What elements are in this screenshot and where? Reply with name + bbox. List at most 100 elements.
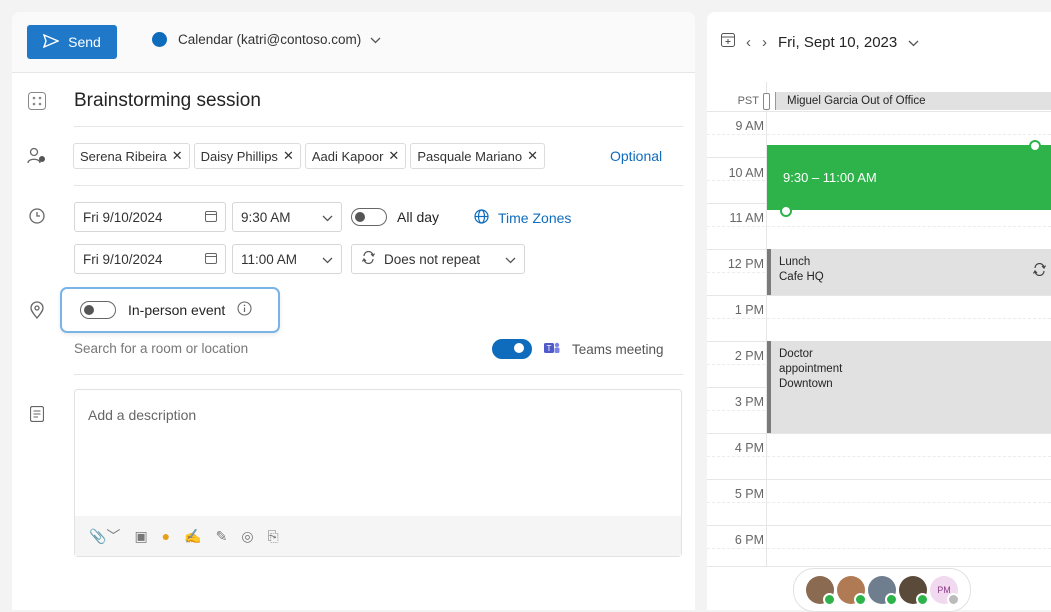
half-hour-line	[707, 548, 1051, 549]
hour-label: 9 AM	[735, 119, 765, 133]
avatar	[868, 576, 898, 606]
remove-icon[interactable]: ✕	[388, 148, 399, 164]
globe-icon	[474, 209, 489, 227]
calendar-label: Calendar (katri@contoso.com)	[178, 32, 362, 47]
repeat-dropdown[interactable]: Does not repeat	[351, 244, 525, 274]
all-day-event[interactable]: Miguel Garcia Out of Office	[775, 92, 1051, 110]
description-icon	[26, 403, 48, 425]
attendee-chip[interactable]: Daisy Phillips ✕	[193, 143, 301, 169]
loop-icon[interactable]: ◎	[241, 528, 253, 545]
half-hour-line	[707, 502, 1051, 503]
document-icon[interactable]: ⎘	[268, 528, 279, 545]
repeat-icon	[361, 250, 376, 267]
hour-label: 1 PM	[734, 303, 764, 317]
hour-label: 11 AM	[729, 211, 764, 225]
calendar-view-icon[interactable]	[721, 33, 735, 51]
avatar	[806, 576, 836, 606]
half-hour-line	[707, 134, 1051, 135]
send-label: Send	[68, 34, 101, 50]
attendee-avatars[interactable]: PM	[793, 568, 971, 612]
next-day-button[interactable]: ›	[762, 34, 767, 51]
current-event-block[interactable]: 9:30 – 11:00 AM	[767, 145, 1051, 210]
hour-label: 6 PM	[734, 533, 764, 547]
hour-label: 4 PM	[734, 441, 764, 455]
timezone-label: PST	[737, 95, 759, 107]
hour-label: 10 AM	[728, 166, 764, 180]
emoji-icon[interactable]: ●	[162, 528, 170, 544]
chevron-down-icon	[322, 210, 333, 225]
all-day-toggle[interactable]: All day	[351, 208, 439, 226]
event-type-icon[interactable]	[26, 90, 48, 112]
chevron-down-icon	[322, 252, 333, 267]
remove-icon[interactable]: ✕	[527, 148, 538, 164]
location-search-input[interactable]: Search for a room or location	[74, 341, 248, 356]
avatar	[837, 576, 867, 606]
day-timeline: PST Miguel Garcia Out of Office 9 AM 10 …	[707, 82, 1051, 567]
hour-line	[707, 566, 1051, 567]
calendar-color-dot	[152, 32, 167, 47]
all-day-switch[interactable]	[351, 208, 387, 226]
calendar-selector[interactable]: Calendar (katri@contoso.com)	[152, 32, 381, 47]
attendee-chip[interactable]: Serena Ribeira ✕	[73, 143, 190, 169]
chevron-down-icon[interactable]	[908, 34, 919, 51]
remove-icon[interactable]: ✕	[283, 148, 294, 164]
info-icon[interactable]	[237, 301, 252, 319]
calendar-header: ‹ › Fri, Sept 10, 2023	[707, 12, 1051, 72]
svg-text:T: T	[547, 344, 552, 353]
previous-day-button[interactable]: ‹	[746, 34, 751, 51]
resize-handle-bottom[interactable]	[780, 205, 792, 217]
end-date-picker[interactable]: Fri 9/10/2024	[74, 244, 226, 274]
teams-switch[interactable]	[492, 339, 532, 359]
in-person-switch[interactable]	[80, 301, 116, 319]
divider	[74, 126, 683, 127]
location-icon	[26, 299, 48, 321]
teams-meeting-toggle[interactable]: T Teams meeting	[492, 339, 664, 359]
divider	[74, 185, 683, 186]
divider	[74, 374, 683, 375]
start-time-picker[interactable]: 9:30 AM	[232, 202, 342, 232]
attendee-chip[interactable]: Aadi Kapoor ✕	[304, 143, 407, 169]
hour-label: 5 PM	[734, 487, 764, 501]
chevron-down-icon	[370, 32, 381, 47]
hour-label: 12 PM	[727, 257, 764, 271]
image-icon[interactable]: ▣	[134, 528, 147, 545]
date-label[interactable]: Fri, Sept 10, 2023	[778, 34, 897, 51]
lunch-event[interactable]: Lunch Cafe HQ	[767, 249, 1051, 295]
avatar: PM	[930, 576, 960, 606]
send-icon	[42, 33, 60, 51]
hour-line	[707, 295, 1051, 296]
hour-label: 2 PM	[734, 349, 764, 363]
teams-icon: T	[544, 341, 560, 358]
draw-icon[interactable]: ✎	[216, 528, 228, 545]
description-editor[interactable]: Add a description 📎﹀ ▣ ● ✍ ✎ ◎ ⎘	[74, 389, 682, 557]
hour-line	[707, 479, 1051, 480]
toolbar: Send Calendar (katri@contoso.com)	[12, 12, 695, 73]
day-calendar-panel: ‹ › Fri, Sept 10, 2023 PST Miguel Garcia…	[707, 12, 1051, 612]
remove-icon[interactable]: ✕	[172, 148, 183, 164]
in-person-event-toggle[interactable]: In-person event	[60, 287, 280, 333]
half-hour-line	[707, 318, 1051, 319]
start-date-picker[interactable]: Fri 9/10/2024	[74, 202, 226, 232]
chevron-down-icon	[505, 252, 516, 267]
event-form: Send Calendar (katri@contoso.com) Brains…	[12, 12, 695, 610]
hour-line	[707, 433, 1051, 434]
attendee-list: Serena Ribeira ✕ Daisy Phillips ✕ Aadi Kap…	[73, 143, 546, 169]
avatar	[899, 576, 929, 606]
optional-attendees-link[interactable]: Optional	[610, 148, 662, 164]
time-zones-button[interactable]: Time Zones	[474, 209, 571, 227]
calendar-icon	[205, 210, 217, 225]
end-time-picker[interactable]: 11:00 AM	[232, 244, 342, 274]
calendar-icon	[205, 252, 217, 267]
event-title-input[interactable]: Brainstorming session	[74, 90, 261, 112]
send-button[interactable]: Send	[27, 25, 117, 59]
highlight-icon[interactable]: ✍	[184, 528, 201, 545]
attendee-chip[interactable]: Pasquale Mariano ✕	[410, 143, 546, 169]
description-placeholder: Add a description	[88, 407, 197, 423]
attendees-icon	[26, 145, 48, 167]
resize-handle-top[interactable]	[1029, 140, 1041, 152]
clock-icon	[26, 205, 48, 227]
half-hour-line	[707, 456, 1051, 457]
attach-icon[interactable]: 📎﹀	[89, 526, 120, 546]
doctor-appointment-event[interactable]: Doctor appointment Downtown	[767, 341, 1051, 433]
all-day-marker	[763, 93, 770, 110]
